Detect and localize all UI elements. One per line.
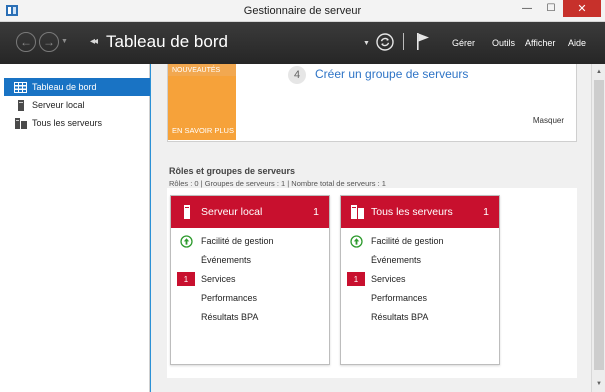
alert-count-badge: 1 [347,272,365,286]
tile-row-label: Facilité de gestion [371,236,444,246]
tile-row-label: Performances [371,293,428,303]
tile-row-manageability[interactable]: Facilité de gestion [341,233,499,249]
breadcrumb-title: Tableau de bord [106,32,228,51]
tile-row-label: Résultats BPA [371,312,429,322]
tile-title: Tous les serveurs [371,206,453,218]
maximize-button[interactable]: ☐ [539,0,563,17]
tile-row-performance[interactable]: Performances [171,290,329,306]
tile-row-bpa-results[interactable]: Résultats BPA [341,309,499,325]
create-server-group-link[interactable]: Créer un groupe de serveurs [315,67,468,81]
server-icon [14,99,27,111]
sidebar-item-all-servers[interactable]: Tous les serveurs [4,114,150,132]
tile-row-label: Facilité de gestion [201,236,274,246]
minimize-button[interactable]: — [515,0,539,17]
tile-row-events[interactable]: Événements [341,252,499,268]
tile-header[interactable]: Serveur local 1 [171,196,329,228]
tile-row-label: Performances [201,293,258,303]
learn-more-link[interactable]: EN SAVOIR PLUS [172,126,234,135]
tile-title: Serveur local [201,206,263,218]
tile-row-label: Services [201,274,236,284]
notifications-flag-icon[interactable] [416,32,430,50]
menu-view[interactable]: Afficher [525,38,555,48]
scroll-down-icon[interactable]: ▼ [592,378,605,390]
alert-count-badge: 1 [177,272,195,286]
toolbar-separator [403,33,404,50]
toolbar: ← → ▼ ◂◂ Tableau de bord ▼ Gérer Outils … [0,22,605,64]
roles-section-stats: Rôles : 0 | Groupes de serveurs : 1 | No… [169,179,386,188]
refresh-icon[interactable] [376,33,394,51]
tile-count: 1 [483,206,489,218]
tile-row-events[interactable]: Événements [171,252,329,268]
ok-status-icon [177,234,195,248]
forward-button[interactable]: → [39,32,59,52]
ok-status-icon [347,234,365,248]
roles-section-title: Rôles et groupes de serveurs [169,166,296,176]
menu-tools[interactable]: Outils [492,38,515,48]
back-button[interactable]: ← [16,32,36,52]
breadcrumb-arrows-icon: ◂◂ [90,36,98,47]
tile-row-label: Événements [371,255,422,265]
sidebar-item-label: Serveur local [32,100,85,110]
menu-help[interactable]: Aide [568,38,586,48]
sidebar-item-label: Tous les serveurs [32,118,103,128]
sidebar: Tableau de bord Serveur local Tous les s… [0,64,150,392]
welcome-tile[interactable]: NOUVEAUTÉS EN SAVOIR PLUS [168,64,236,140]
tile-local-server[interactable]: Serveur local 1 Facilité de gestion Évén… [170,195,330,365]
dashboard-icon [14,81,27,93]
menu-manage[interactable]: Gérer [452,38,475,48]
tile-row-label: Résultats BPA [201,312,259,322]
welcome-panel: NOUVEAUTÉS EN SAVOIR PLUS 4 Créer un gro… [167,64,577,142]
server-icon [184,205,190,219]
breadcrumb-dropdown-icon[interactable]: ▼ [363,40,370,47]
tile-header[interactable]: Tous les serveurs 1 [341,196,499,228]
scroll-up-icon[interactable]: ▲ [592,66,605,78]
sidebar-item-local-server[interactable]: Serveur local [4,96,150,114]
tile-row-services[interactable]: 1 Services [341,271,499,287]
servers-icon [14,117,27,129]
step-number: 4 [288,66,306,84]
window-titlebar: Gestionnaire de serveur — ☐ ✕ [0,0,605,22]
dashboard-content: NOUVEAUTÉS EN SAVOIR PLUS 4 Créer un gro… [151,64,591,392]
tile-row-label: Événements [201,255,252,265]
tile-count: 1 [313,206,319,218]
tile-all-servers[interactable]: Tous les serveurs 1 Facilité de gestion … [340,195,500,365]
tile-row-label: Services [371,274,406,284]
tile-row-performance[interactable]: Performances [341,290,499,306]
scrollbar-thumb[interactable] [594,80,604,370]
hide-welcome-link[interactable]: Masquer [533,116,564,125]
whats-new-label[interactable]: NOUVEAUTÉS [172,67,220,74]
tile-row-bpa-results[interactable]: Résultats BPA [171,309,329,325]
close-button[interactable]: ✕ [563,0,601,17]
window-controls: — ☐ ✕ [515,0,601,17]
history-dropdown-icon[interactable]: ▼ [61,38,68,45]
sidebar-item-label: Tableau de bord [32,82,97,92]
servers-icon [351,205,364,219]
tile-row-manageability[interactable]: Facilité de gestion [171,233,329,249]
sidebar-item-dashboard[interactable]: Tableau de bord [4,78,150,96]
tile-row-services[interactable]: 1 Services [171,271,329,287]
vertical-scrollbar[interactable]: ▲ ▼ [591,64,605,392]
